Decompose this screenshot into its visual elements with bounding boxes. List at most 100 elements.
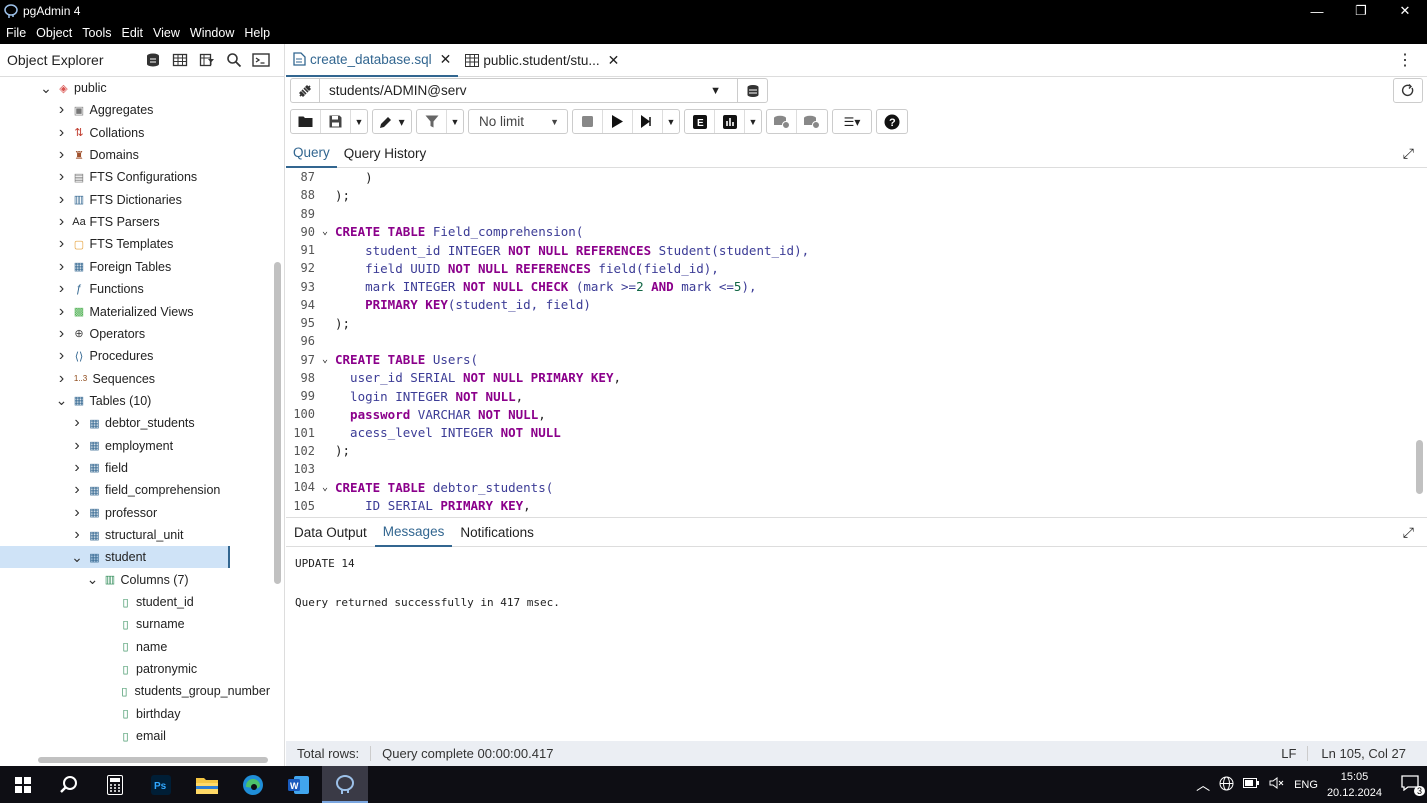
chevron-down-icon[interactable]: ▼ — [351, 110, 367, 133]
close-button[interactable]: ✕ — [1383, 0, 1427, 22]
tab-data-output[interactable]: Data Output — [286, 517, 375, 547]
tree-node[interactable]: ⌄ ▦ Tables (10) — [0, 390, 270, 412]
tree-node[interactable]: ▯ student_id — [0, 591, 270, 613]
chevron-down-icon[interactable]: ⌄ — [56, 392, 68, 409]
chevron-down-icon[interactable]: ▼ — [663, 110, 679, 133]
volume-muted-icon[interactable] — [1269, 776, 1285, 793]
menu-edit[interactable]: Edit — [121, 26, 143, 40]
tree-scrollbar-horizontal[interactable] — [38, 757, 268, 763]
tree-node[interactable]: › ƒ Functions — [0, 278, 270, 300]
tree-node[interactable]: › ⟨⟩ Procedures — [0, 345, 270, 367]
execute-icon[interactable] — [603, 110, 633, 133]
help-icon[interactable]: ? — [877, 110, 907, 133]
tab-create-database-sql[interactable]: create_database.sql ✕ — [286, 44, 459, 77]
globe-icon[interactable] — [1219, 776, 1234, 794]
execute-script-icon[interactable] — [633, 110, 663, 133]
chevron-down-icon[interactable]: ⌄ — [71, 549, 83, 566]
chevron-right-icon[interactable]: › — [71, 481, 83, 499]
tree-node[interactable]: ⌄ ◈ public — [0, 77, 270, 99]
chevron-down-icon[interactable]: ⌄ — [40, 80, 52, 97]
save-icon[interactable] — [321, 110, 351, 133]
chevron-right-icon[interactable]: › — [56, 235, 68, 253]
chevron-right-icon[interactable]: › — [71, 414, 83, 432]
psql-tool-icon[interactable] — [249, 48, 273, 72]
chevron-right-icon[interactable]: › — [56, 213, 68, 231]
minimize-button[interactable]: — — [1295, 0, 1339, 22]
chevron-right-icon[interactable]: › — [56, 347, 68, 365]
tree-node[interactable]: › ▦ structural_unit — [0, 524, 270, 546]
tab-query-history[interactable]: Query History — [337, 140, 434, 168]
close-tab-icon[interactable]: ✕ — [608, 52, 620, 69]
fold-chevron-icon[interactable]: ⌄ — [315, 354, 335, 365]
chevron-right-icon[interactable]: › — [71, 459, 83, 477]
tree-node[interactable]: ⌄ ▥ Columns (7) — [0, 569, 270, 591]
menu-object[interactable]: Object — [36, 26, 72, 40]
fold-chevron-icon[interactable]: ⌄ — [315, 482, 335, 493]
chevron-right-icon[interactable]: › — [56, 325, 68, 343]
database-icon[interactable] — [737, 79, 767, 102]
chevron-right-icon[interactable]: › — [56, 101, 68, 119]
tree-node[interactable]: › ♜ Domains — [0, 144, 270, 166]
tree-node[interactable]: › ⊕ Operators — [0, 323, 270, 345]
chevron-right-icon[interactable]: › — [56, 191, 68, 209]
tree-node[interactable]: ▯ surname — [0, 613, 270, 635]
tree-scrollbar-vertical[interactable] — [274, 262, 281, 584]
tree-node[interactable]: › ▣ Aggregates — [0, 99, 270, 121]
tree-node[interactable]: ▯ birthday — [0, 703, 270, 725]
tree-node[interactable]: ▯ patronymic — [0, 658, 270, 680]
tab-messages[interactable]: Messages — [374, 517, 453, 547]
clock[interactable]: 15:05 20.12.2024 — [1327, 769, 1382, 801]
battery-icon[interactable] — [1243, 777, 1260, 792]
search-icon[interactable] — [46, 766, 92, 803]
view-data-icon[interactable] — [168, 48, 192, 72]
menu-window[interactable]: Window — [190, 26, 234, 40]
tree-node[interactable]: › ▦ professor — [0, 502, 270, 524]
connection-status-icon[interactable] — [291, 79, 320, 102]
list-format-icon[interactable]: ☰▾ — [833, 110, 871, 133]
tree-node[interactable]: › ▦ Foreign Tables — [0, 256, 270, 278]
rollback-icon[interactable] — [797, 110, 827, 133]
expand-icon[interactable]: ⤢ — [1403, 145, 1414, 162]
word-icon[interactable]: W — [276, 766, 322, 803]
chevron-right-icon[interactable]: › — [56, 370, 68, 388]
tree-node[interactable]: › Aa FTS Parsers — [0, 211, 270, 233]
edit-pencil-icon[interactable]: ▾ — [373, 110, 411, 133]
tree-node[interactable]: ▯ email — [0, 725, 270, 747]
chevron-right-icon[interactable]: › — [56, 168, 68, 186]
tree-node[interactable]: ⌄ ▦ student — [0, 546, 230, 569]
tree-node[interactable]: › ▦ field — [0, 457, 270, 479]
editor-scrollbar[interactable] — [1416, 440, 1423, 494]
chevron-right-icon[interactable]: › — [71, 526, 83, 544]
stop-icon[interactable] — [573, 110, 603, 133]
chevron-right-icon[interactable]: › — [56, 124, 68, 142]
chevron-right-icon[interactable]: › — [71, 437, 83, 455]
chevron-up-icon[interactable]: ︿ — [1196, 775, 1210, 795]
tree-node[interactable]: › ▤ FTS Configurations — [0, 166, 270, 188]
tab-public-student[interactable]: public.student/stu... ✕ — [458, 44, 626, 77]
open-file-icon[interactable] — [291, 110, 321, 133]
filter-icon[interactable] — [417, 110, 447, 133]
tree-node[interactable]: ▯ name — [0, 636, 270, 658]
menu-view[interactable]: View — [153, 26, 180, 40]
reset-layout-button[interactable] — [1393, 78, 1423, 103]
tree-node[interactable]: › ▥ FTS Dictionaries — [0, 189, 270, 211]
filter-rows-icon[interactable] — [195, 48, 219, 72]
query-tool-icon[interactable] — [141, 48, 165, 72]
pgadmin-taskbar-icon[interactable] — [322, 766, 368, 803]
maximize-button[interactable]: ❐ — [1339, 0, 1383, 22]
tab-query[interactable]: Query — [286, 140, 337, 168]
edge-browser-icon[interactable] — [230, 766, 276, 803]
chevron-down-icon[interactable]: ▼ — [447, 110, 463, 133]
chevron-right-icon[interactable]: › — [71, 504, 83, 522]
menu-file[interactable]: File — [6, 26, 26, 40]
windows-start-icon[interactable] — [0, 766, 46, 803]
menu-help[interactable]: Help — [244, 26, 270, 40]
chevron-right-icon[interactable]: › — [56, 303, 68, 321]
tree-node[interactable]: › 1..3 Sequences — [0, 368, 270, 390]
tree-node[interactable]: › ▩ Materialized Views — [0, 301, 270, 323]
fold-chevron-icon[interactable]: ⌄ — [315, 226, 335, 237]
tree-node[interactable]: ▯ students_group_number — [0, 680, 270, 702]
sql-editor[interactable]: 87 ) 88); 89 90 ⌄ CREATE TABLE Field_comprehe… — [286, 168, 1427, 516]
more-options-icon[interactable]: ⋮ — [1397, 50, 1413, 70]
tab-notifications[interactable]: Notifications — [452, 517, 542, 547]
